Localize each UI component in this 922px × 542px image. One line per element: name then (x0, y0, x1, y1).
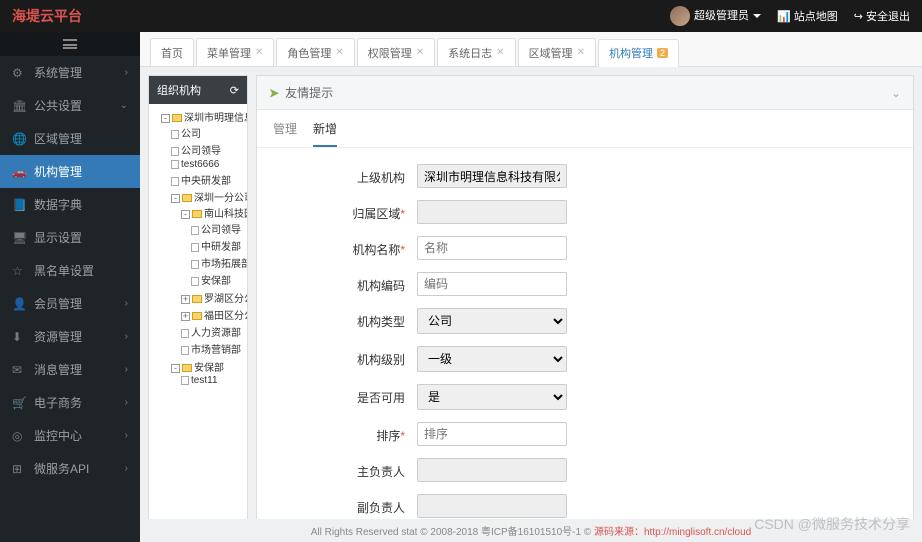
label-sort: 排序* (257, 422, 417, 444)
tab-home[interactable]: 首页 (150, 38, 194, 66)
nav-api[interactable]: ⊞微服务API› (0, 452, 140, 485)
gear-icon: ⚙ (12, 66, 26, 80)
region-input[interactable] (417, 200, 567, 224)
code-input[interactable] (417, 272, 567, 296)
target-icon: ◎ (12, 429, 26, 443)
sidebar: ⚙系统管理› 🏛公共设置⌄ 🌐区域管理 🚗机构管理 📘数据字典 🖥显示设置 ☆黑… (0, 32, 140, 542)
label-master: 主负责人 (257, 458, 417, 480)
close-icon[interactable]: ✕ (496, 47, 504, 58)
building-icon: 🏛 (12, 99, 26, 113)
user-menu[interactable]: 超级管理员 (670, 6, 761, 26)
sort-input[interactable] (417, 422, 567, 446)
top-header: 海堤云平台 超级管理员 📊 站点地图 ↪ 安全退出 (0, 0, 922, 32)
tab-perm[interactable]: 权限管理✕ (357, 38, 435, 66)
level-select[interactable]: 一级 (417, 346, 567, 372)
refresh-icon[interactable]: ⟳ (230, 84, 239, 97)
label-code: 机构编码 (257, 272, 417, 294)
nav-ecommerce[interactable]: 🛒电子商务› (0, 386, 140, 419)
tab-bar: 首页 菜单管理✕ 角色管理✕ 权限管理✕ 系统日志✕ 区域管理✕ 机构管理2 (140, 32, 922, 67)
sitemap-link[interactable]: 📊 站点地图 (777, 8, 838, 24)
brand-logo: 海堤云平台 (12, 6, 82, 26)
menu-icon (63, 39, 77, 49)
source-link[interactable]: http://minglisoft.cn/cloud (644, 527, 751, 538)
label-vice: 副负责人 (257, 494, 417, 516)
label-parent: 上级机构 (257, 164, 417, 186)
logout-link[interactable]: ↪ 安全退出 (854, 8, 910, 24)
monitor-icon: 🖥 (12, 231, 26, 245)
arrow-right-icon: ➤ (269, 86, 279, 100)
avatar-icon (670, 6, 690, 26)
enabled-select[interactable]: 是 (417, 384, 567, 410)
org-tree[interactable]: -深圳市明理信息科技有限公 公司 公司领导 test6666 中央研发部 -深圳… (149, 104, 247, 533)
tab-log[interactable]: 系统日志✕ (437, 38, 515, 66)
close-icon[interactable]: ✕ (255, 47, 263, 58)
nav-monitor[interactable]: ◎监控中心› (0, 419, 140, 452)
tab-role[interactable]: 角色管理✕ (276, 38, 354, 66)
caret-down-icon (753, 14, 761, 18)
download-icon: ⬇ (12, 330, 26, 344)
globe-icon: 🌐 (12, 132, 26, 146)
nav-org[interactable]: 🚗机构管理 (0, 155, 140, 188)
label-enabled: 是否可用 (257, 384, 417, 406)
nav-region[interactable]: 🌐区域管理 (0, 122, 140, 155)
type-select[interactable]: 公司 (417, 308, 567, 334)
nav-system[interactable]: ⚙系统管理› (0, 56, 140, 89)
nav-display[interactable]: 🖥显示设置 (0, 221, 140, 254)
user-icon: 👤 (12, 297, 26, 311)
nav-dict[interactable]: 📘数据字典 (0, 188, 140, 221)
nav-blacklist[interactable]: ☆黑名单设置 (0, 254, 140, 287)
tab-menu[interactable]: 菜单管理✕ (196, 38, 274, 66)
vice-input[interactable] (417, 494, 567, 518)
close-icon[interactable]: ✕ (335, 47, 343, 58)
nav-public[interactable]: 🏛公共设置⌄ (0, 89, 140, 122)
close-icon[interactable]: ✕ (577, 47, 585, 58)
name-input[interactable] (417, 236, 567, 260)
nav-member[interactable]: 👤会员管理› (0, 287, 140, 320)
mail-icon: ✉ (12, 363, 26, 377)
grid-icon: ⊞ (12, 462, 26, 476)
collapse-icon[interactable]: ⌄ (891, 86, 901, 100)
label-name: 机构名称* (257, 236, 417, 258)
subtab-manage[interactable]: 管理 (273, 120, 297, 147)
tree-panel: 组织机构 ⟳ -深圳市明理信息科技有限公 公司 公司领导 test6666 中央… (148, 75, 248, 534)
star-icon: ☆ (12, 264, 26, 278)
label-level: 机构级别 (257, 346, 417, 368)
watermark: CSDN @微服务技术分享 (754, 514, 910, 534)
nav-message[interactable]: ✉消息管理› (0, 353, 140, 386)
cart-icon: 🛒 (12, 396, 26, 410)
form-panel: ➤ 友情提示 ⌄ 管理 新增 上级机构 归属区域* 机构名称* 机构编码 机构类… (256, 75, 914, 534)
close-icon[interactable]: ✕ (416, 47, 424, 58)
master-input[interactable] (417, 458, 567, 482)
subtabs: 管理 新增 (257, 110, 913, 148)
tab-region[interactable]: 区域管理✕ (518, 38, 596, 66)
label-type: 机构类型 (257, 308, 417, 330)
subtab-add[interactable]: 新增 (313, 120, 337, 147)
book-icon: 📘 (12, 198, 26, 212)
car-icon: 🚗 (12, 165, 26, 179)
sidebar-toggle[interactable] (0, 32, 140, 56)
label-region: 归属区域* (257, 200, 417, 222)
tree-header: 组织机构 ⟳ (149, 76, 247, 104)
hint-bar: ➤ 友情提示 ⌄ (257, 76, 913, 110)
nav-resource[interactable]: ⬇资源管理› (0, 320, 140, 353)
badge: 2 (657, 48, 668, 58)
tab-org[interactable]: 机构管理2 (598, 39, 679, 67)
parent-input[interactable] (417, 164, 567, 188)
